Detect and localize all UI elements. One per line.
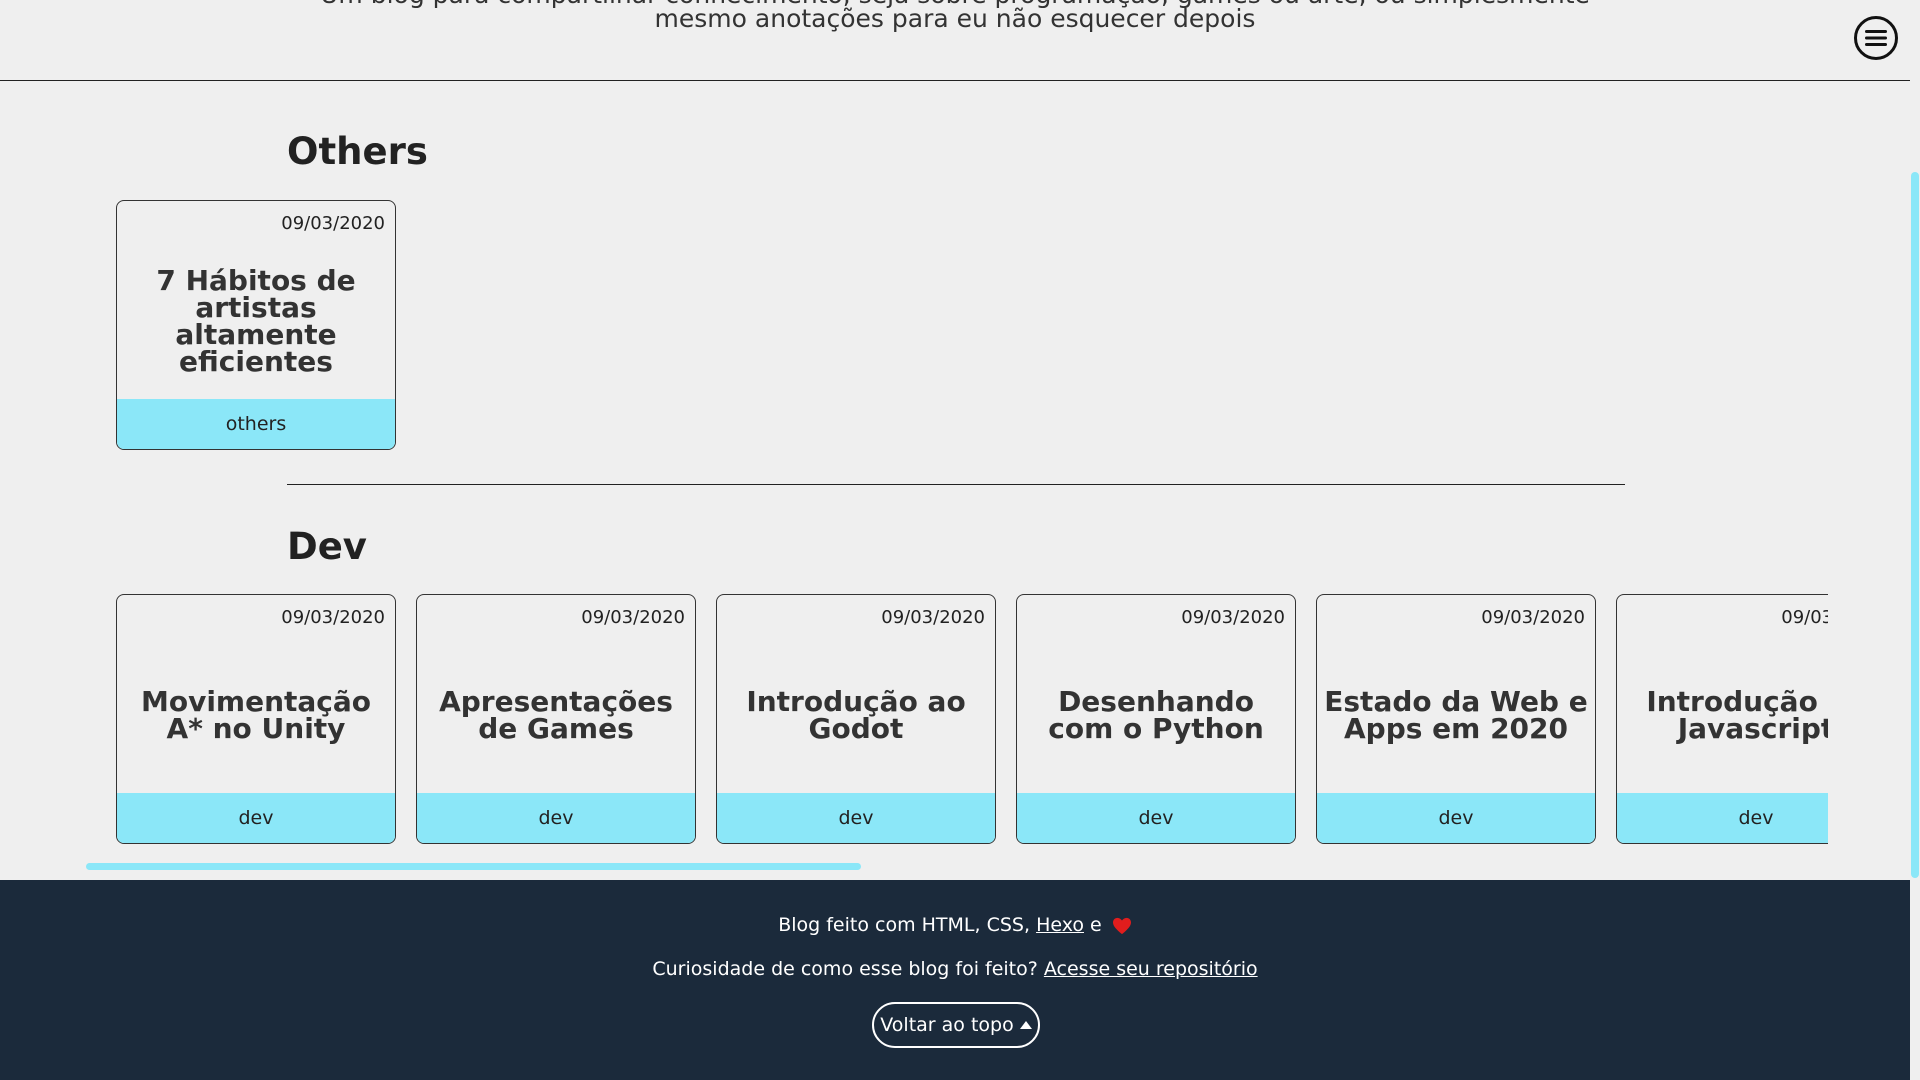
post-date: 09/03/2020 — [581, 607, 685, 628]
post-title: 7 Hábitos de artistas altamente eficient… — [156, 264, 356, 378]
post-date: 09/03/2020 — [1181, 607, 1285, 628]
hexo-link[interactable]: Hexo — [1036, 914, 1084, 936]
post-tag[interactable]: dev — [717, 793, 995, 843]
menu-icon — [1865, 30, 1887, 46]
section-title-others: Others — [287, 130, 428, 173]
site-footer: Blog feito com HTML, CSS, Hexo e Curiosi… — [0, 880, 1910, 1080]
heart-icon — [1112, 917, 1131, 934]
footer-repo-text: Curiosidade de como esse blog foi feito? — [652, 958, 1044, 980]
others-cards-row: 09/03/2020 7 Hábitos de artistas altamen… — [116, 200, 396, 450]
post-tag[interactable]: dev — [117, 793, 395, 843]
post-date: 09/03/2020 — [1781, 607, 1828, 628]
post-date: 09/03/2020 — [281, 607, 385, 628]
post-title: Desenhando com o Python — [1048, 685, 1264, 745]
repository-link[interactable]: Acesse seu repositório — [1044, 958, 1258, 980]
footer-credits-text: Blog feito com HTML, CSS, — [778, 914, 1037, 936]
footer-credits-suffix: e — [1084, 914, 1108, 936]
post-date: 09/03/2020 — [881, 607, 985, 628]
post-tag[interactable]: dev — [1017, 793, 1295, 843]
post-title: Estado da Web e Apps em 2020 — [1324, 685, 1588, 745]
back-to-top-button[interactable]: Voltar ao topo — [872, 1002, 1040, 1048]
post-tag[interactable]: dev — [1317, 793, 1595, 843]
section-title-dev: Dev — [287, 525, 367, 568]
post-card[interactable]: 09/03/2020 Movimentação A* no Unity dev — [116, 594, 396, 844]
intro-text-line: mesmo anotações para eu não esquecer dep… — [654, 4, 1256, 33]
post-tag[interactable]: dev — [417, 793, 695, 843]
post-card[interactable]: 09/03/2020 7 Hábitos de artistas altamen… — [116, 200, 396, 450]
carousel-scrollbar[interactable] — [86, 863, 861, 870]
caret-up-icon — [1019, 1021, 1032, 1029]
post-card[interactable]: 09/03/2020 Introdução ao Javascript dev — [1616, 594, 1828, 844]
post-title: Introdução ao Godot — [746, 685, 966, 745]
post-card[interactable]: 09/03/2020 Introdução ao Godot dev — [716, 594, 996, 844]
dev-cards-row: 09/03/2020 Movimentação A* no Unity dev … — [116, 594, 1828, 844]
page-scrollbar-thumb[interactable] — [1911, 172, 1919, 878]
post-date: 09/03/2020 — [281, 213, 385, 234]
back-to-top-label: Voltar ao topo — [880, 1014, 1014, 1036]
dev-cards-carousel[interactable]: 09/03/2020 Movimentação A* no Unity dev … — [116, 594, 1828, 846]
section-divider — [287, 484, 1625, 485]
footer-repo-info: Curiosidade de como esse blog foi feito?… — [0, 958, 1910, 980]
post-card[interactable]: 09/03/2020 Estado da Web e Apps em 2020 … — [1316, 594, 1596, 844]
post-title: Introdução ao Javascript — [1646, 685, 1828, 745]
post-card[interactable]: 09/03/2020 Desenhando com o Python dev — [1016, 594, 1296, 844]
post-tag[interactable]: dev — [1617, 793, 1828, 843]
footer-credits: Blog feito com HTML, CSS, Hexo e — [0, 914, 1910, 936]
post-title: Apresentações de Games — [439, 685, 673, 745]
post-tag[interactable]: others — [117, 399, 395, 449]
menu-button[interactable] — [1854, 16, 1898, 60]
post-card[interactable]: 09/03/2020 Apresentações de Games dev — [416, 594, 696, 844]
post-title: Movimentação A* no Unity — [140, 685, 372, 745]
site-header: Um blog para compartilhar conhecimento, … — [0, 0, 1910, 81]
post-date: 09/03/2020 — [1481, 607, 1585, 628]
